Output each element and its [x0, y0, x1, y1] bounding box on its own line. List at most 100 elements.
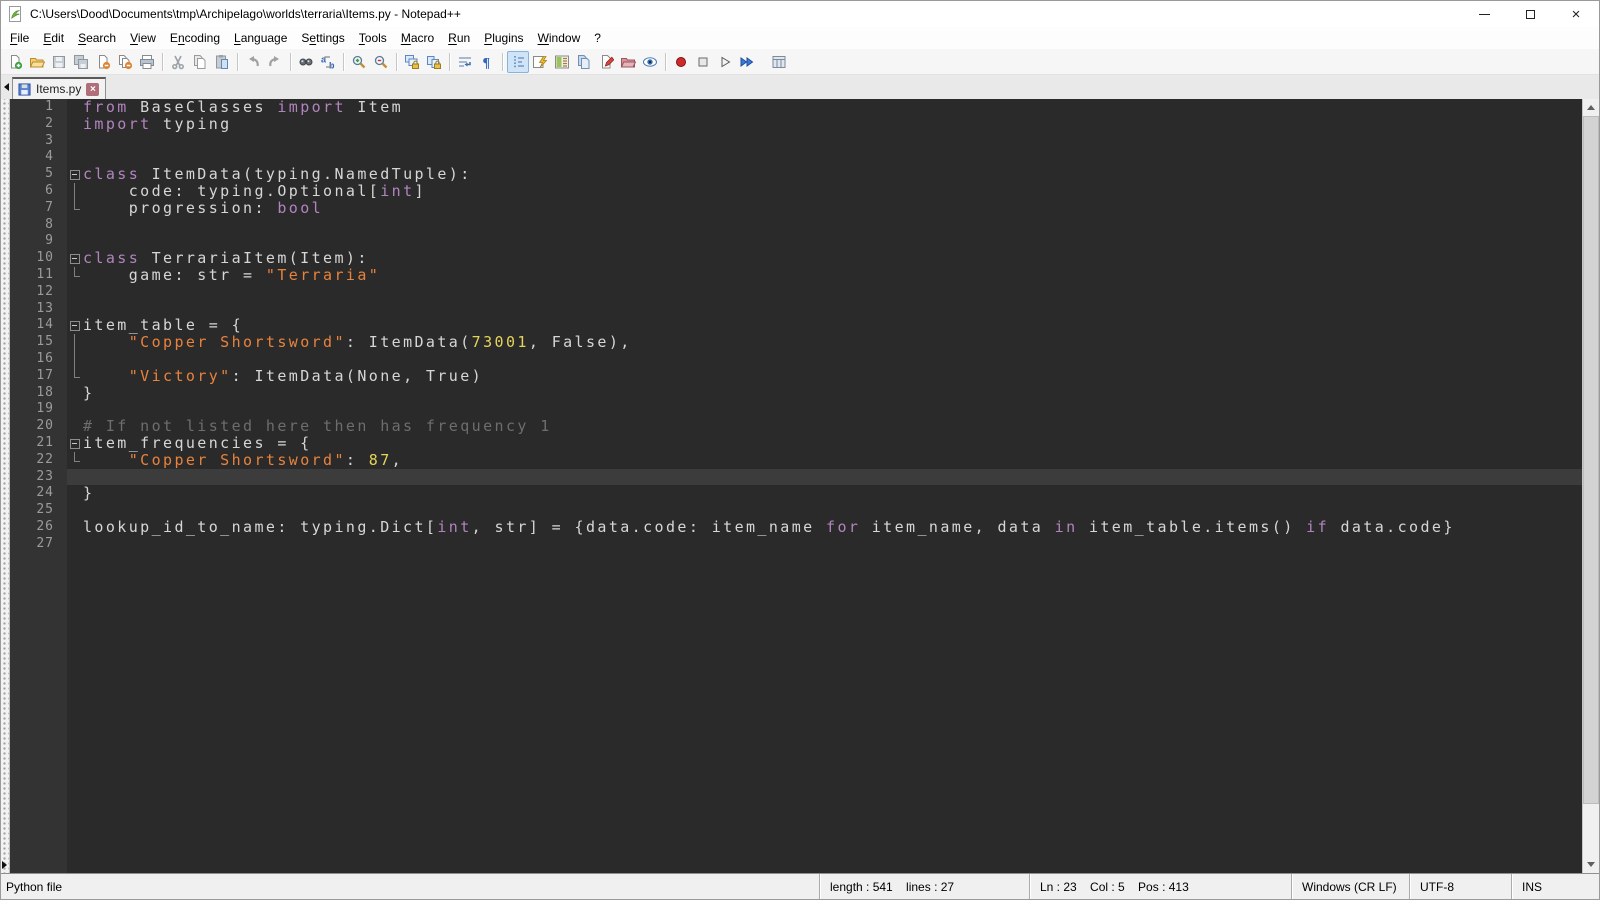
tab-scroll-left-button[interactable]: [1, 75, 12, 99]
fold-collapse-button[interactable]: [67, 317, 83, 334]
code-line: 16: [10, 351, 1582, 368]
show-all-characters-button[interactable]: ¶: [476, 51, 498, 73]
menu-view[interactable]: View: [123, 28, 163, 48]
vertical-scrollbar[interactable]: [1582, 99, 1599, 873]
line-number: 5: [10, 166, 67, 183]
menu-[interactable]: ?: [587, 28, 608, 48]
code-line: 20 # If not listed here then has frequenc…: [10, 418, 1582, 435]
code-line: 22 "Copper Shortsword": 87,: [10, 452, 1582, 469]
scrollbar-track[interactable]: [1583, 116, 1599, 856]
title-bar: C:\Users\Dood\Documents\tmp\Archipelago\…: [1, 1, 1599, 27]
code-text: code: typing.Optional[int]: [83, 183, 1582, 200]
indent-guide-button[interactable]: [507, 51, 529, 73]
code-line: 10class TerrariaItem(Item):: [10, 250, 1582, 267]
save-file-icon: [51, 54, 67, 70]
code-editor[interactable]: 1from BaseClasses import Item2import typ…: [10, 99, 1582, 873]
menu-edit[interactable]: Edit: [36, 28, 71, 48]
play-macro-button[interactable]: [714, 51, 736, 73]
menu-search[interactable]: Search: [71, 28, 123, 48]
word-wrap-button[interactable]: [454, 51, 476, 73]
scroll-up-button[interactable]: [1583, 99, 1599, 116]
view-document-button[interactable]: [639, 51, 661, 73]
maximize-button[interactable]: [1507, 1, 1553, 27]
tab-items-py[interactable]: Items.py ×: [12, 77, 106, 99]
save-all-button[interactable]: [70, 51, 92, 73]
new-file-button[interactable]: [4, 51, 26, 73]
word-wrap-icon: [457, 54, 473, 70]
close-all-button[interactable]: [114, 51, 136, 73]
replace-button[interactable]: ab: [317, 51, 339, 73]
status-insert-mode[interactable]: INS: [1511, 874, 1599, 899]
cut-button[interactable]: [167, 51, 189, 73]
line-number: 17: [10, 368, 67, 385]
undo-button[interactable]: [242, 51, 264, 73]
sync-vertical-button[interactable]: [401, 51, 423, 73]
fold-margin: [67, 334, 83, 351]
scrollbar-thumb[interactable]: [1583, 116, 1599, 804]
code-text: "Victory": ItemData(None, True): [83, 368, 1582, 385]
line-number: 15: [10, 334, 67, 351]
code-line: 17 "Victory": ItemData(None, True): [10, 368, 1582, 385]
fold-margin: [67, 385, 83, 402]
line-number: 6: [10, 183, 67, 200]
redo-button[interactable]: [264, 51, 286, 73]
fold-collapse-button[interactable]: [67, 250, 83, 267]
notepad-plus-plus-window: C:\Users\Dood\Documents\tmp\Archipelago\…: [0, 0, 1600, 900]
run-macro-multiple-icon: [739, 54, 755, 70]
status-eol-format[interactable]: Windows (CR LF): [1291, 874, 1409, 899]
save-file-button[interactable]: [48, 51, 70, 73]
line-number: 3: [10, 133, 67, 150]
print-icon: [139, 54, 155, 70]
find-button[interactable]: [295, 51, 317, 73]
scroll-down-button[interactable]: [1583, 856, 1599, 873]
paste-button[interactable]: [211, 51, 233, 73]
close-file-button[interactable]: [92, 51, 114, 73]
minimize-button[interactable]: [1461, 1, 1507, 27]
zoom-in-button[interactable]: [348, 51, 370, 73]
function-list-button[interactable]: [529, 51, 551, 73]
menu-tools[interactable]: Tools: [352, 28, 394, 48]
open-file-button[interactable]: [26, 51, 48, 73]
chevron-right-icon: [2, 861, 7, 869]
fold-margin: [67, 217, 83, 234]
print-button[interactable]: [136, 51, 158, 73]
menu-encoding[interactable]: Encoding: [163, 28, 227, 48]
menu-run[interactable]: Run: [441, 28, 477, 48]
stop-macro-button[interactable]: [692, 51, 714, 73]
line-number: 26: [10, 519, 67, 536]
toolbar-separator: [665, 53, 666, 71]
find-icon: [298, 54, 314, 70]
folder-as-workspace-button[interactable]: [617, 51, 639, 73]
menu-settings[interactable]: Settings: [294, 28, 351, 48]
menu-language[interactable]: Language: [227, 28, 294, 48]
zoom-out-button[interactable]: [370, 51, 392, 73]
run-macro-multiple-button[interactable]: [736, 51, 758, 73]
code-text: # If not listed here then has frequency …: [83, 418, 1582, 435]
record-macro-button[interactable]: [670, 51, 692, 73]
editor-empty-area: [10, 553, 1582, 873]
menu-file[interactable]: File: [3, 28, 36, 48]
sync-horizontal-button[interactable]: [423, 51, 445, 73]
edit-marker-button[interactable]: [595, 51, 617, 73]
tab-close-button[interactable]: ×: [86, 83, 99, 96]
sync-vertical-icon: [404, 54, 420, 70]
fold-collapse-button[interactable]: [67, 435, 83, 452]
close-button[interactable]: ×: [1553, 1, 1599, 27]
fold-margin: [67, 368, 83, 385]
chevron-up-icon: [1587, 105, 1595, 110]
line-number: 27: [10, 536, 67, 553]
document-map-button[interactable]: [551, 51, 573, 73]
menu-window[interactable]: Window: [531, 28, 588, 48]
line-number: 20: [10, 418, 67, 435]
code-line: 3: [10, 133, 1582, 150]
view-document-icon: [642, 54, 658, 70]
status-encoding[interactable]: UTF-8: [1409, 874, 1511, 899]
copy-button[interactable]: [189, 51, 211, 73]
save-macro-button[interactable]: [768, 51, 790, 73]
menu-plugins[interactable]: Plugins: [477, 28, 530, 48]
status-cursor-position: Ln : 23 Col : 5 Pos : 413: [1029, 874, 1291, 899]
document-switcher-button[interactable]: [573, 51, 595, 73]
docked-panel-splitter[interactable]: [1, 99, 10, 873]
fold-collapse-button[interactable]: [67, 166, 83, 183]
menu-macro[interactable]: Macro: [394, 28, 441, 48]
